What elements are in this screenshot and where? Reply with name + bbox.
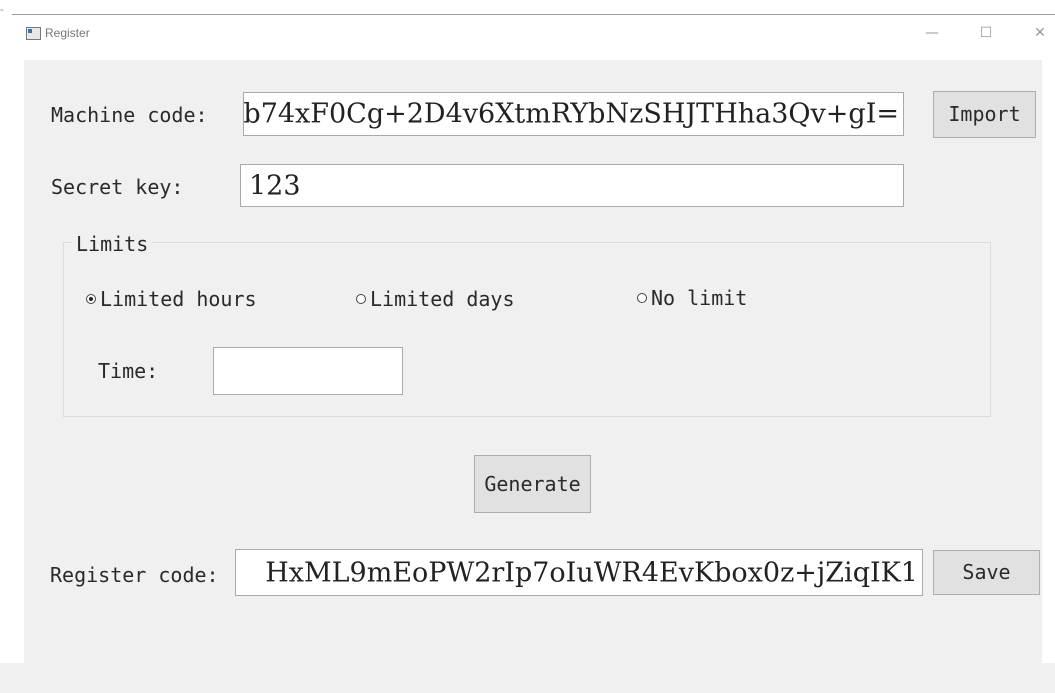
time-label: Time:: [98, 359, 159, 383]
limits-group-title: Limits: [72, 232, 153, 256]
radio-no-limit[interactable]: No limit: [637, 286, 747, 310]
minimize-button[interactable]: —: [920, 22, 944, 44]
generate-button[interactable]: Generate: [474, 455, 591, 513]
secret-key-label: Secret key:: [51, 175, 184, 199]
register-code-label: Register code:: [50, 563, 219, 587]
secret-key-field[interactable]: 123: [240, 164, 904, 207]
radio-limited-days-label: Limited days: [370, 287, 515, 311]
radio-unchecked-icon: [356, 294, 366, 304]
machine-code-value: h0Jb74xF0Cg+2D4v6XtmRYbNzSHJTHha3Qv+gI=: [243, 98, 899, 130]
time-field[interactable]: [213, 347, 403, 395]
register-code-value: HxML9mEoPW2rIp7oIuWR4EvKbox0z+jZiqIK1: [265, 557, 918, 588]
window-edge-mark: -: [0, 4, 4, 16]
register-code-field[interactable]: HxML9mEoPW2rIp7oIuWR4EvKbox0z+jZiqIK1: [235, 549, 923, 596]
app-icon: [26, 27, 41, 40]
import-button[interactable]: Import: [933, 91, 1036, 138]
secret-key-value: 123: [249, 170, 301, 201]
radio-unchecked-icon: [637, 293, 647, 303]
radio-no-limit-label: No limit: [651, 286, 748, 310]
window-bottom-band: [0, 663, 1055, 693]
radio-limited-hours[interactable]: Limited hours: [86, 287, 257, 311]
close-button[interactable]: ✕: [1028, 22, 1052, 44]
machine-code-field[interactable]: h0Jb74xF0Cg+2D4v6XtmRYbNzSHJTHha3Qv+gI=: [243, 92, 904, 136]
maximize-button[interactable]: ☐: [974, 22, 998, 44]
title-bar: [12, 15, 1055, 57]
window-title: Register: [45, 26, 90, 40]
radio-limited-hours-label: Limited hours: [100, 287, 257, 311]
limits-group: [63, 242, 991, 417]
machine-code-label: Machine code:: [51, 103, 208, 127]
radio-checked-icon: [86, 294, 96, 304]
radio-limited-days[interactable]: Limited days: [356, 287, 515, 311]
save-button[interactable]: Save: [933, 550, 1040, 595]
